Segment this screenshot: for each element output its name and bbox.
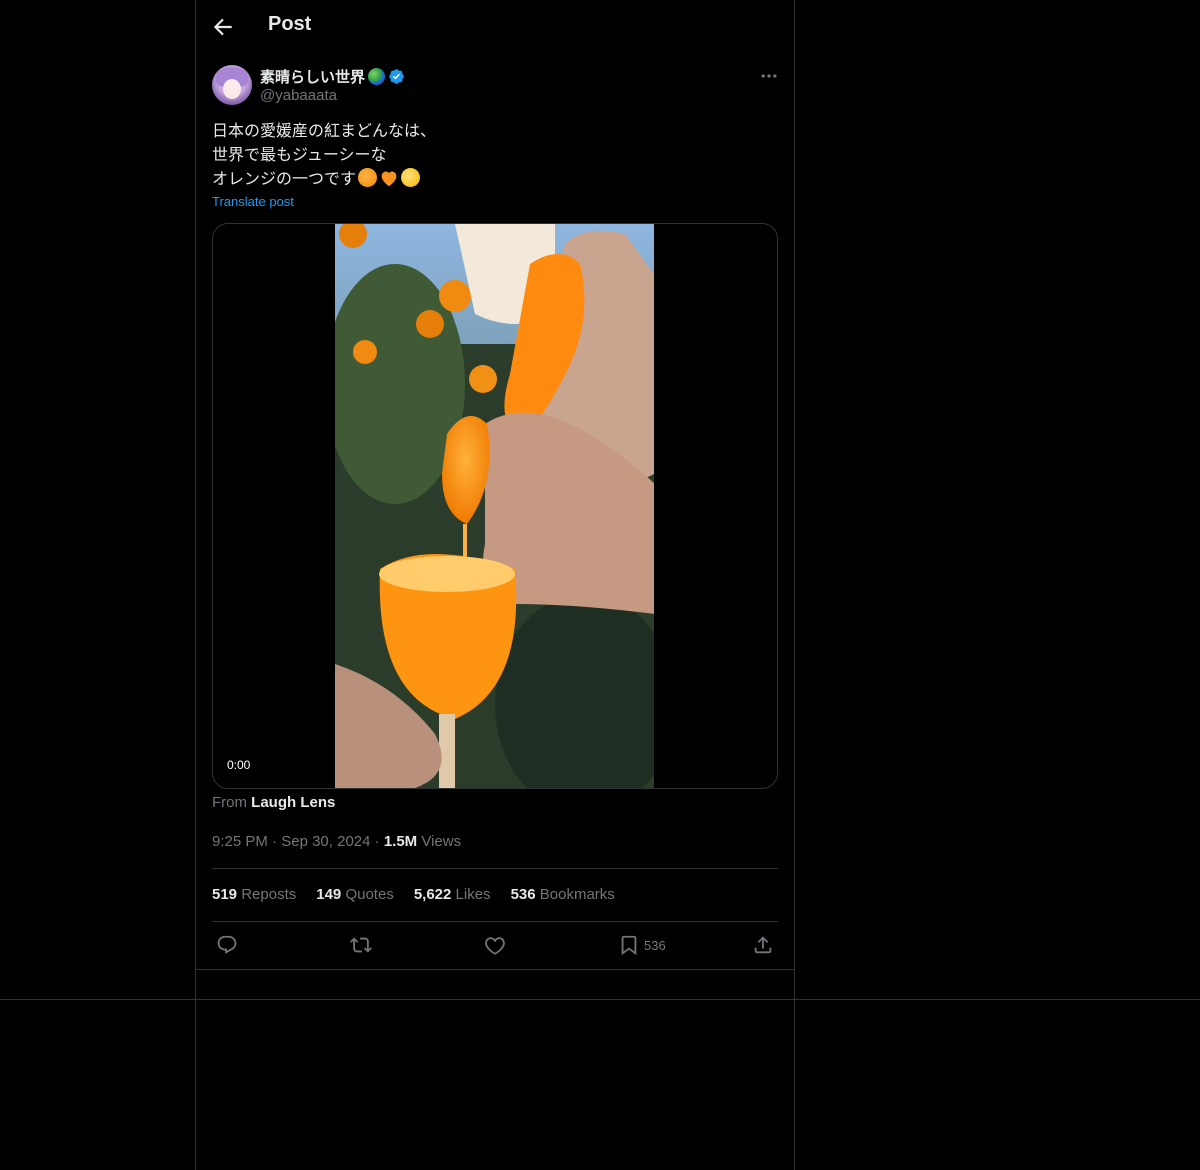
meta-dot: · — [272, 833, 278, 850]
yum-face-emoji-icon — [401, 168, 421, 187]
bookmarks-stat[interactable]: 536 Bookmarks — [511, 886, 615, 903]
avatar-face — [223, 79, 241, 99]
orange-heart-emoji-icon — [381, 171, 397, 187]
page-title: Post — [268, 13, 312, 35]
avatar[interactable] — [212, 65, 252, 105]
views-count: 1.5M — [383, 833, 418, 850]
more-options-icon[interactable] — [759, 66, 779, 86]
quotes-stat[interactable]: 149 Quotes — [316, 886, 394, 903]
likes-stat[interactable]: 5,622 Likes — [414, 886, 491, 903]
bookmark-icon[interactable] — [618, 934, 640, 956]
meta-dot: · — [374, 833, 380, 850]
video-player[interactable]: 0:00 — [212, 223, 778, 789]
post-date[interactable]: Sep 30, 2024 — [281, 833, 370, 850]
reply-icon[interactable] — [216, 934, 238, 956]
repost-icon[interactable] — [350, 934, 372, 956]
page-divider — [0, 999, 1200, 1000]
post-divider — [196, 969, 794, 970]
author-handle[interactable]: @yabaaata — [260, 87, 337, 104]
post-header: Post — [196, 0, 794, 54]
share-icon[interactable] — [752, 934, 774, 956]
reposts-stat[interactable]: 519 Reposts — [212, 886, 296, 903]
author-name[interactable]: 素晴らしい世界 — [260, 66, 405, 87]
post-stats: 519 Reposts 149 Quotes 5,622 Likes 536 B… — [212, 886, 615, 903]
video-frame — [335, 224, 654, 788]
translate-post-link[interactable]: Translate post — [212, 194, 294, 209]
like-icon[interactable] — [484, 934, 506, 956]
divider — [212, 868, 778, 869]
bookmark-count: 536 — [644, 938, 666, 953]
media-source-name[interactable]: Laugh Lens — [251, 794, 335, 811]
post-time[interactable]: 9:25 PM — [212, 833, 268, 850]
post-meta: 9:25 PM · Sep 30, 2024 · 1.5M Views — [212, 833, 461, 850]
divider — [212, 921, 778, 922]
back-arrow-icon[interactable] — [210, 14, 236, 40]
tangerine-emoji-icon — [358, 168, 378, 187]
globe-emoji-icon — [368, 68, 386, 85]
media-source: From Laugh Lens — [212, 794, 335, 811]
verified-badge-icon — [389, 69, 404, 84]
post-text: 日本の愛媛産の紅まどんなは、 世界で最もジューシーな オレンジの一つです — [212, 119, 772, 191]
author-name-text: 素晴らしい世界 — [260, 68, 366, 86]
views-label: Views — [421, 833, 462, 850]
media-source-prefix: From — [212, 794, 247, 811]
video-time: 0:00 — [227, 758, 251, 772]
